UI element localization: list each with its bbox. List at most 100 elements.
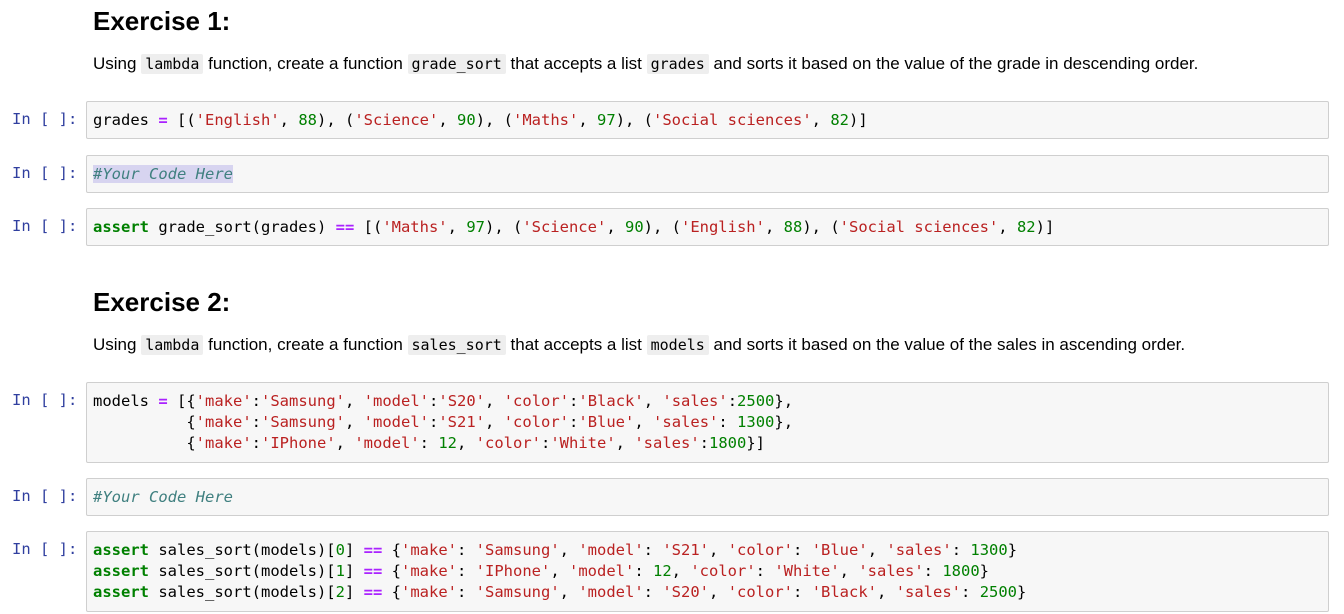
code-text: ), ( xyxy=(643,218,681,236)
code-text: : xyxy=(457,541,476,559)
code-text: , xyxy=(279,111,299,129)
code-string: 'model' xyxy=(363,413,429,431)
exercise-2-description: Using lambda function, create a function… xyxy=(93,335,1186,355)
code-text: ] xyxy=(344,583,364,601)
code-string: 'model' xyxy=(578,583,644,601)
inline-code-list-name: models xyxy=(646,335,709,355)
code-string: 'color' xyxy=(475,434,541,452)
code-line: assert grade_sort(grades) == [('Maths', … xyxy=(93,217,1322,238)
code-text: { xyxy=(382,541,401,559)
code-number: 82 xyxy=(830,111,849,129)
code-number: 97 xyxy=(466,218,485,236)
code-text: ), ( xyxy=(484,218,523,236)
code-string: 'Science' xyxy=(354,111,439,129)
code-number: 1300 xyxy=(970,541,1008,559)
code-text: : xyxy=(951,541,971,559)
code-cell-solution[interactable]: #Your Code Here xyxy=(86,155,1329,193)
code-string: 'color' xyxy=(503,413,570,431)
code-text: ), ( xyxy=(802,218,840,236)
code-keyword: assert xyxy=(93,562,149,580)
code-text: : xyxy=(699,434,710,452)
code-text: ] xyxy=(344,541,364,559)
code-text: : xyxy=(457,583,476,601)
code-string: 'make' xyxy=(401,562,457,580)
code-string: 'make' xyxy=(195,392,252,410)
code-string: 'color' xyxy=(503,392,570,410)
code-number: 1800 xyxy=(942,562,980,580)
inline-code-lambda: lambda xyxy=(141,335,204,355)
code-string: 'Science' xyxy=(522,218,607,236)
code-cell-assert[interactable]: assert sales_sort(models)[0] == {'make':… xyxy=(86,531,1329,612)
code-number: 1800 xyxy=(709,434,747,452)
exercise-1-heading: Exercise 1: xyxy=(93,6,231,36)
code-text: } xyxy=(1007,541,1018,559)
code-string: 'color' xyxy=(690,562,756,580)
code-text: [( xyxy=(167,111,196,129)
code-text: grade_sort(grades) xyxy=(149,218,336,236)
code-string: 'Black' xyxy=(578,392,644,410)
cell-prompt: In [ ]: xyxy=(12,217,78,235)
code-text: { xyxy=(93,413,196,431)
code-text: : xyxy=(634,562,653,580)
code-text: { xyxy=(382,562,401,580)
code-text: , xyxy=(559,583,579,601)
code-line: grades = [('English', 88), ('Science', 9… xyxy=(93,110,1322,131)
code-cell-grades[interactable]: grades = [('English', 88), ('Science', 9… xyxy=(86,101,1329,139)
code-line: {'make':'IPhone', 'model': 12, 'color':'… xyxy=(93,433,1322,454)
code-text: : xyxy=(541,434,551,452)
code-line: models = [{'make':'Samsung', 'model':'S2… xyxy=(93,391,1322,412)
code-number: 88 xyxy=(783,218,803,236)
code-string: 'Social sciences' xyxy=(839,218,999,236)
code-text: sales_sort(models)[ xyxy=(149,541,336,559)
code-text: } xyxy=(979,562,990,580)
code-text: sales_sort(models)[ xyxy=(149,583,336,601)
code-number: 1 xyxy=(335,562,345,580)
code-string: 'make' xyxy=(195,434,252,452)
code-string: 'color' xyxy=(727,583,794,601)
code-text: , xyxy=(485,392,504,410)
code-number: 2 xyxy=(335,583,345,601)
code-comment: #Your Code Here xyxy=(93,165,233,183)
code-string: 'Samsung' xyxy=(261,392,346,410)
code-text: , xyxy=(867,541,887,559)
code-string: 'IPhone' xyxy=(261,434,336,452)
code-string: 'sales' xyxy=(653,413,719,431)
code-text: } xyxy=(1017,583,1027,601)
code-operator: = xyxy=(158,111,168,129)
code-operator: == xyxy=(363,583,383,601)
code-string: 'IPhone' xyxy=(475,562,551,580)
code-string: 'White' xyxy=(774,562,840,580)
code-text: , xyxy=(447,218,467,236)
code-number: 0 xyxy=(335,541,345,559)
code-text: : xyxy=(419,434,439,452)
code-operator: == xyxy=(335,218,355,236)
code-text: }, xyxy=(774,413,794,431)
code-cell-solution[interactable]: #Your Code Here xyxy=(86,478,1329,516)
code-string: 'sales' xyxy=(895,583,962,601)
code-string: 'Black' xyxy=(811,583,878,601)
code-text: : xyxy=(429,413,439,431)
code-cell-models[interactable]: models = [{'make':'Samsung', 'model':'S2… xyxy=(86,382,1329,463)
code-string: 'model' xyxy=(578,541,644,559)
code-text: }, xyxy=(774,392,794,410)
code-text: sales_sort(models)[ xyxy=(149,562,336,580)
code-line: assert sales_sort(models)[2] == {'make':… xyxy=(93,582,1322,603)
code-cell-assert[interactable]: assert grade_sort(grades) == [('Maths', … xyxy=(86,208,1329,246)
code-text: , xyxy=(578,111,598,129)
code-string: 'make' xyxy=(401,541,457,559)
code-operator: == xyxy=(363,562,383,580)
code-text: , xyxy=(643,392,663,410)
code-text: grades xyxy=(93,111,159,129)
code-number: 97 xyxy=(597,111,616,129)
code-text: , xyxy=(606,218,625,236)
code-string: 'Blue' xyxy=(578,413,635,431)
code-text: : xyxy=(923,562,943,580)
code-string: 'White' xyxy=(550,434,616,452)
code-string: 'make' xyxy=(195,413,252,431)
code-text: ), ( xyxy=(615,111,654,129)
code-text: : xyxy=(457,562,476,580)
code-text: : xyxy=(643,541,663,559)
code-number: 90 xyxy=(624,218,644,236)
code-text: , xyxy=(457,434,476,452)
code-string: 'model' xyxy=(569,562,635,580)
